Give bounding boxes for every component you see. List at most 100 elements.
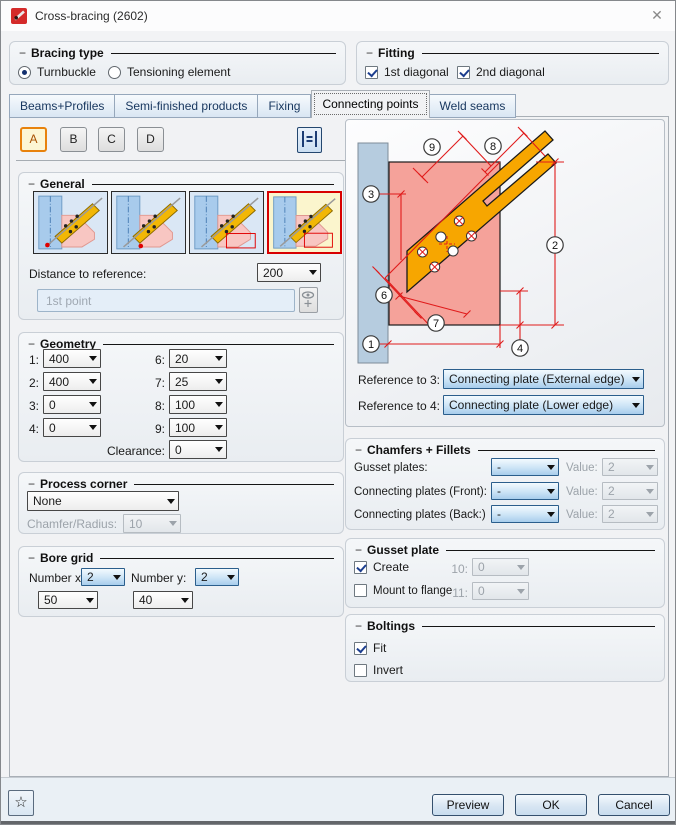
general-option-4-selected[interactable] bbox=[267, 191, 342, 254]
connection-diagram: 1 2 3 4 6 7 8 9 bbox=[346, 120, 666, 366]
separator bbox=[16, 160, 346, 161]
group-process-corner: Process corner None Chamfer/Radius: 10 bbox=[18, 472, 344, 534]
tab-weld-seams[interactable]: Weld seams bbox=[430, 94, 517, 118]
geometry-select-7[interactable]: 25 bbox=[169, 372, 227, 391]
footer-bar: ☆ Preview OK Cancel bbox=[1, 777, 676, 821]
geometry-label-3: 3: bbox=[19, 399, 39, 413]
dropdown-arrow-icon bbox=[628, 403, 643, 408]
connecting-points-page: A B C D General bbox=[9, 116, 669, 777]
tab-beams-profiles[interactable]: Beams+Profiles bbox=[9, 94, 115, 118]
dropdown-arrow-icon bbox=[163, 499, 178, 504]
tab-semi-finished-products[interactable]: Semi-finished products bbox=[115, 94, 258, 118]
first-point-input[interactable]: 1st point bbox=[37, 289, 295, 312]
group-title: Process corner bbox=[28, 476, 334, 491]
app-icon bbox=[11, 8, 27, 24]
checkbox-icon[interactable] bbox=[365, 66, 378, 79]
chamfer-radius-label: Chamfer/Radius: bbox=[27, 517, 117, 531]
geometry-select-8[interactable]: 100 bbox=[169, 395, 227, 414]
geometry-select-1[interactable]: 400 bbox=[43, 349, 101, 368]
group-title: Boltings bbox=[355, 618, 655, 633]
tab-connecting-points[interactable]: Connecting points bbox=[311, 90, 429, 118]
checkbox-invert[interactable]: Invert bbox=[354, 663, 403, 677]
distance-to-reference-select[interactable]: 200 bbox=[257, 263, 321, 282]
geometry-label-1: 1: bbox=[19, 353, 39, 367]
cross-bracing-dialog: Cross-bracing (2602) ✕ Bracing type Turn… bbox=[0, 0, 676, 825]
connecting-plates-back-value-select: 2 bbox=[602, 505, 658, 523]
general-option-2[interactable] bbox=[111, 191, 186, 254]
gusset-plates-value-select: 2 bbox=[602, 458, 658, 476]
dropdown-arrow-icon bbox=[642, 512, 657, 517]
radio-button-icon[interactable] bbox=[18, 66, 31, 79]
dropdown-arrow-icon bbox=[211, 425, 226, 430]
gusset-plates-select[interactable]: - bbox=[491, 458, 559, 476]
dropdown-arrow-icon bbox=[85, 356, 100, 361]
group-title: Bracing type bbox=[19, 45, 336, 60]
checkbox-icon[interactable] bbox=[354, 561, 367, 574]
dropdown-arrow-icon bbox=[543, 465, 558, 470]
dropdown-arrow-icon bbox=[85, 402, 100, 407]
group-chamfers-fillets: Chamfers + Fillets Gusset plates: - Valu… bbox=[345, 438, 665, 530]
point-select-button[interactable] bbox=[299, 287, 318, 313]
number-y-select[interactable]: 2 bbox=[195, 568, 239, 586]
dropdown-arrow-icon bbox=[543, 489, 558, 494]
dropdown-arrow-icon bbox=[109, 575, 124, 580]
general-option-1[interactable] bbox=[33, 191, 108, 254]
align-spacing-icon bbox=[299, 128, 320, 150]
cancel-button[interactable]: Cancel bbox=[598, 794, 670, 816]
clearance-label: Clearance: bbox=[79, 444, 165, 458]
connecting-plates-back-select[interactable]: - bbox=[491, 505, 559, 523]
dropdown-arrow-icon bbox=[165, 521, 180, 526]
point-button-a[interactable]: A bbox=[20, 127, 47, 152]
reference-to-3-select[interactable]: Connecting plate (External edge) bbox=[443, 369, 644, 389]
geometry-select-9[interactable]: 100 bbox=[169, 418, 227, 437]
geometry-select-3[interactable]: 0 bbox=[43, 395, 101, 414]
clearance-select[interactable]: 0 bbox=[169, 440, 227, 459]
checkbox-mount-to-flange[interactable]: Mount to flange bbox=[354, 584, 452, 597]
callout-2: 2 bbox=[552, 240, 558, 252]
checkbox-icon[interactable] bbox=[354, 642, 367, 655]
geometry-select-6[interactable]: 20 bbox=[169, 349, 227, 368]
radio-tensioning-element[interactable]: Tensioning element bbox=[108, 65, 230, 79]
checkbox-1st-diagonal[interactable]: 1st diagonal bbox=[365, 65, 449, 79]
point-button-d[interactable]: D bbox=[137, 127, 164, 152]
checkbox-2nd-diagonal[interactable]: 2nd diagonal bbox=[457, 65, 545, 79]
dropdown-arrow-icon bbox=[211, 447, 226, 452]
geometry-select-2[interactable]: 400 bbox=[43, 372, 101, 391]
ok-button[interactable]: OK bbox=[515, 794, 587, 816]
group-title: Bore grid bbox=[28, 550, 334, 565]
point-button-c[interactable]: C bbox=[98, 127, 125, 152]
spacing-y-select[interactable]: 40 bbox=[133, 591, 193, 609]
general-option-3[interactable] bbox=[189, 191, 264, 254]
number-x-select[interactable]: 2 bbox=[81, 568, 125, 586]
radio-button-icon[interactable] bbox=[108, 66, 121, 79]
gusset-plates-label: Gusset plates: bbox=[354, 462, 428, 474]
checkbox-icon[interactable] bbox=[354, 584, 367, 597]
checkbox-create[interactable]: Create bbox=[354, 560, 409, 574]
tab-fixing[interactable]: Fixing bbox=[258, 94, 311, 118]
favorites-button[interactable]: ☆ bbox=[8, 790, 34, 816]
dropdown-arrow-icon bbox=[513, 565, 528, 570]
checkbox-fit[interactable]: Fit bbox=[354, 641, 386, 655]
field-11-label: 11: bbox=[446, 586, 468, 600]
value-label: Value: bbox=[566, 509, 598, 521]
group-general: General bbox=[18, 172, 344, 320]
geometry-select-4[interactable]: 0 bbox=[43, 418, 101, 437]
process-corner-select[interactable]: None bbox=[27, 491, 179, 511]
checkbox-icon[interactable] bbox=[457, 66, 470, 79]
dropdown-arrow-icon bbox=[642, 465, 657, 470]
apply-to-all-button[interactable] bbox=[297, 127, 322, 153]
preview-button[interactable]: Preview bbox=[432, 794, 504, 816]
close-icon[interactable]: ✕ bbox=[647, 7, 667, 25]
spacing-x-select[interactable]: 50 bbox=[38, 591, 98, 609]
radio-turnbuckle[interactable]: Turnbuckle bbox=[18, 65, 96, 79]
callout-3: 3 bbox=[368, 189, 374, 201]
dropdown-arrow-icon bbox=[543, 512, 558, 517]
value-label: Value: bbox=[566, 462, 598, 474]
group-title: Fitting bbox=[366, 45, 659, 60]
dropdown-arrow-icon bbox=[211, 379, 226, 384]
reference-to-4-select[interactable]: Connecting plate (Lower edge) bbox=[443, 395, 644, 415]
point-select-icon bbox=[301, 289, 316, 309]
checkbox-icon[interactable] bbox=[354, 664, 367, 677]
connecting-plates-front-select[interactable]: - bbox=[491, 482, 559, 500]
point-button-b[interactable]: B bbox=[60, 127, 87, 152]
